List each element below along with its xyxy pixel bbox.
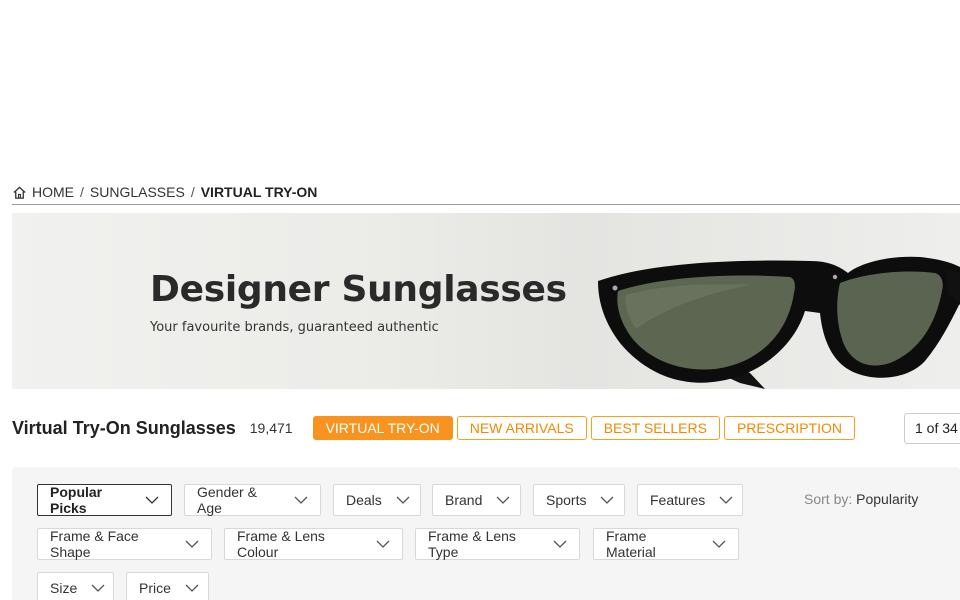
filter-label: Frame Material xyxy=(606,528,656,560)
chevron-down-icon xyxy=(185,540,199,548)
sort-value: Popularity xyxy=(856,491,919,507)
chevron-down-icon xyxy=(719,496,733,504)
promo-banner[interactable]: Designer Sunglasses Your favourite brand… xyxy=(12,213,960,389)
breadcrumb: HOME / SUNGLASSES / VIRTUAL TRY-ON xyxy=(12,183,317,201)
filter-frame-lens-colour[interactable]: Frame & Lens Colour xyxy=(224,528,403,560)
filter-label: Features xyxy=(650,492,706,508)
filter-size[interactable]: Size xyxy=(37,572,114,600)
breadcrumb-separator: / xyxy=(190,184,195,200)
breadcrumb-home[interactable]: HOME xyxy=(32,184,74,200)
filter-label: Frame & Face Shape xyxy=(50,528,139,560)
chevron-down-icon xyxy=(553,540,567,548)
result-count: 19,471 xyxy=(249,420,293,436)
results-header: Virtual Try-On Sunglasses 19,471 VIRTUAL… xyxy=(12,413,859,443)
filter-panel: Popular Picks Gender & Age Deals Brand S… xyxy=(12,467,960,600)
sort-control[interactable]: Sort by: Popularity xyxy=(804,491,918,507)
sort-label: Sort by: xyxy=(804,491,853,507)
sunglasses-image xyxy=(598,256,960,389)
filter-label: Price xyxy=(139,580,171,596)
banner-title: Designer Sunglasses xyxy=(150,269,567,310)
chevron-down-icon xyxy=(145,496,159,504)
breadcrumb-separator: / xyxy=(80,184,84,200)
chevron-down-icon xyxy=(185,584,199,592)
chevron-down-icon xyxy=(294,496,308,504)
home-icon[interactable] xyxy=(12,184,28,200)
filter-label: Frame & Lens Colour xyxy=(237,528,325,560)
filter-frame-lens-type[interactable]: Frame & Lens Type xyxy=(415,528,580,560)
chevron-down-icon xyxy=(712,540,726,548)
page-title: Virtual Try-On Sunglasses xyxy=(12,417,236,438)
filter-popular-picks[interactable]: Popular Picks xyxy=(37,484,172,516)
chevron-down-icon xyxy=(496,496,510,504)
banner-subtitle: Your favourite brands, guaranteed authen… xyxy=(150,320,439,335)
filter-sports[interactable]: Sports xyxy=(533,484,625,516)
chip-virtual-try-on[interactable]: VIRTUAL TRY-ON xyxy=(312,416,453,440)
breadcrumb-divider xyxy=(12,204,960,205)
filter-label: Brand xyxy=(445,492,483,508)
chevron-down-icon xyxy=(376,540,390,548)
filter-label: Size xyxy=(50,580,78,596)
breadcrumb-sunglasses[interactable]: SUNGLASSES xyxy=(90,184,185,200)
chip-prescription[interactable]: PRESCRIPTION xyxy=(723,416,855,440)
chevron-down-icon xyxy=(396,496,410,504)
filter-label: Popular Picks xyxy=(50,484,103,516)
filter-label: Gender & Age xyxy=(197,484,257,516)
filter-deals[interactable]: Deals xyxy=(333,484,421,516)
filter-label: Frame & Lens Type xyxy=(428,528,516,560)
chip-best-sellers[interactable]: BEST SELLERS xyxy=(590,416,720,440)
filter-gender-age[interactable]: Gender & Age xyxy=(184,484,321,516)
chip-new-arrivals[interactable]: NEW ARRIVALS xyxy=(456,416,587,440)
page-indicator[interactable]: 1 of 34 xyxy=(904,413,960,444)
filter-label: Sports xyxy=(546,492,587,508)
filter-features[interactable]: Features xyxy=(637,484,743,516)
chevron-down-icon xyxy=(91,584,105,592)
filter-label: Deals xyxy=(346,492,382,508)
filter-brand[interactable]: Brand xyxy=(432,484,521,516)
filter-frame-material[interactable]: Frame Material xyxy=(593,528,739,560)
filter-frame-face-shape[interactable]: Frame & Face Shape xyxy=(37,528,212,560)
filter-price[interactable]: Price xyxy=(126,572,209,600)
chevron-down-icon xyxy=(600,496,614,504)
breadcrumb-current: VIRTUAL TRY-ON xyxy=(200,184,318,200)
